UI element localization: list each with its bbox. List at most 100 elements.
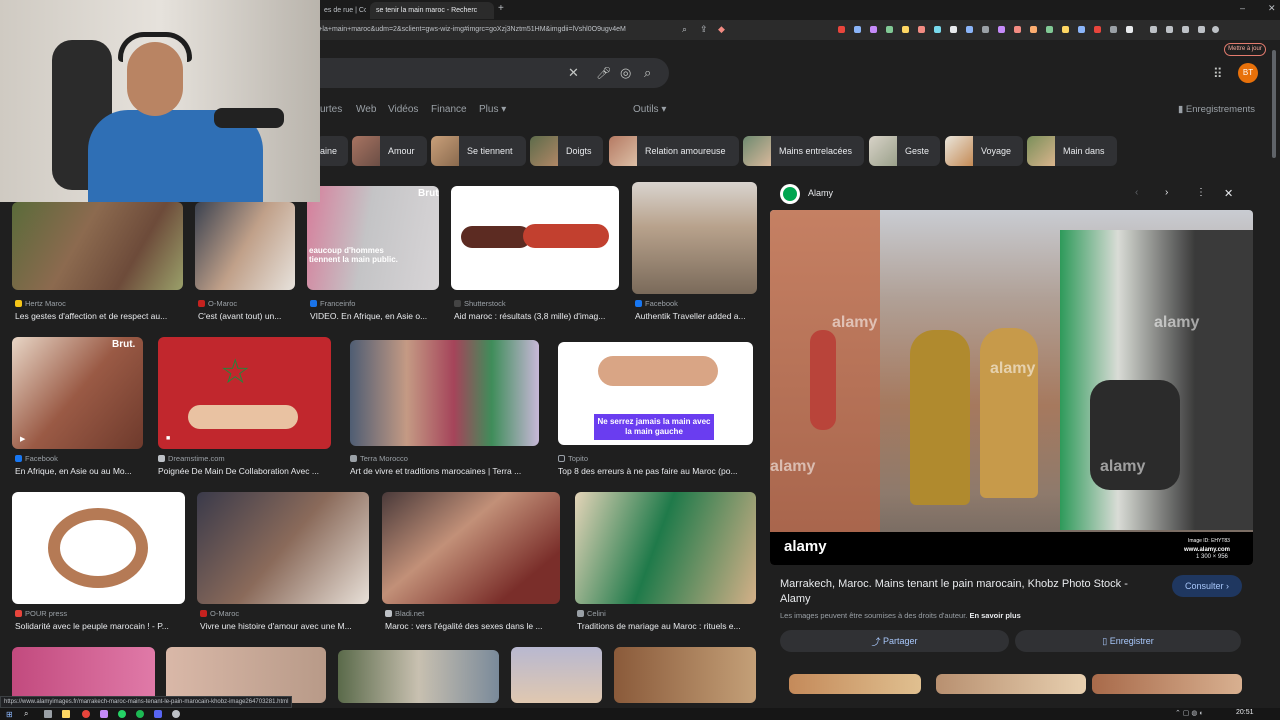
result-title[interactable]: VIDEO. En Afrique, en Asie o... — [310, 311, 440, 321]
related-image[interactable] — [1092, 674, 1242, 694]
result-source[interactable]: O-Maroc — [200, 609, 239, 618]
result-source[interactable]: Dreamstime.com — [158, 454, 225, 463]
chip-se-tiennent[interactable]: Se tiennent — [431, 136, 526, 166]
avatar-icon[interactable] — [1212, 26, 1219, 33]
chip-relation-amoureuse[interactable]: Relation amoureuse — [609, 136, 739, 166]
result-source[interactable]: Celini — [577, 609, 606, 618]
extension-icon[interactable] — [902, 26, 909, 33]
result-image[interactable] — [350, 340, 539, 446]
extension-icon[interactable] — [1094, 26, 1101, 33]
nav-tab-web[interactable]: Web — [356, 104, 376, 115]
result-title[interactable]: Vivre une histoire d'amour avec une M... — [200, 621, 372, 631]
extension-icon[interactable] — [950, 26, 957, 33]
nav-tab-more[interactable]: Plus ▾ — [479, 104, 506, 115]
result-title[interactable]: Poignée De Main De Collaboration Avec ..… — [158, 466, 334, 476]
result-image[interactable] — [12, 492, 185, 604]
bookmark-icon[interactable] — [1166, 26, 1173, 33]
extension-icon[interactable] — [838, 26, 845, 33]
media-icon[interactable] — [1150, 26, 1157, 33]
share-button[interactable]: ⤴ Partager — [780, 630, 1009, 652]
result-source[interactable]: Bladi.net — [385, 609, 424, 618]
result-image[interactable] — [197, 492, 369, 604]
extension-icon[interactable] — [1110, 26, 1117, 33]
result-source[interactable]: Franceinfo — [310, 299, 355, 308]
browser-icon[interactable] — [82, 710, 90, 718]
extension-icon[interactable] — [998, 26, 1005, 33]
update-button[interactable]: Mettre à jour — [1224, 43, 1266, 56]
share-icon[interactable]: ⇪ — [700, 24, 708, 35]
next-image-icon[interactable]: › — [1165, 187, 1168, 198]
chip-geste[interactable]: Geste — [869, 136, 940, 166]
obs-icon[interactable] — [172, 710, 180, 718]
nav-tab-videos[interactable]: Vidéos — [388, 104, 418, 115]
result-image[interactable] — [195, 202, 295, 290]
lens-icon[interactable]: ◎ — [620, 58, 631, 88]
result-title[interactable]: C'est (avant tout) un... — [198, 311, 298, 321]
extension-icon[interactable] — [854, 26, 861, 33]
result-source[interactable]: Topito — [558, 454, 588, 463]
preview-image[interactable]: alamy alamy alamy alamy alamy alamy Imag… — [770, 210, 1253, 565]
chip-mains-entrelacees[interactable]: Mains entrelacées — [743, 136, 864, 166]
result-image[interactable] — [614, 647, 756, 703]
result-image[interactable] — [12, 647, 155, 703]
extension-icon[interactable] — [966, 26, 973, 33]
result-image[interactable] — [632, 182, 757, 294]
result-title[interactable]: Les gestes d'affection et de respect au.… — [15, 311, 185, 321]
chip-voyage[interactable]: Voyage — [945, 136, 1023, 166]
search-box[interactable]: ✕ 🎤︎ ◎ ⌕ — [316, 58, 669, 88]
extension-icon[interactable] — [918, 26, 925, 33]
browser-tab-active[interactable]: se tenir la main maroc - Recherc — [370, 2, 494, 19]
spotify-icon[interactable] — [136, 710, 144, 718]
result-image[interactable] — [511, 647, 602, 703]
related-image[interactable] — [936, 674, 1086, 694]
extension-icon[interactable] — [1126, 26, 1133, 33]
result-image[interactable] — [338, 650, 499, 703]
result-title[interactable]: Top 8 des erreurs à ne pas faire au Maro… — [558, 466, 756, 476]
search-icon[interactable]: ⌕ — [24, 709, 28, 719]
avatar[interactable]: BT — [1238, 63, 1258, 83]
saved-link[interactable]: ▮ Enregistrements — [1178, 104, 1255, 115]
result-title[interactable]: Aid maroc : résultats (3,8 mille) d'imag… — [454, 311, 620, 321]
more-options-icon[interactable]: ⋮ — [1196, 187, 1206, 198]
result-image[interactable]: Brut. eaucoup d'hommes tiennent la main … — [307, 186, 439, 290]
panel-title[interactable]: Marrakech, Maroc. Mains tenant le pain m… — [780, 577, 1160, 607]
app-icon[interactable] — [100, 710, 108, 718]
result-image[interactable]: Ne serrez jamais la main avec la main ga… — [558, 342, 753, 445]
extension-icon[interactable]: ◆ — [718, 24, 725, 35]
extension-icon[interactable] — [886, 26, 893, 33]
result-source[interactable]: O-Maroc — [198, 299, 237, 308]
result-image[interactable] — [382, 492, 560, 604]
apps-grid-icon[interactable]: ⠿ — [1213, 66, 1223, 82]
profile-icon[interactable] — [1198, 26, 1205, 33]
chip-doigts[interactable]: Doigts — [530, 136, 603, 166]
microphone-icon[interactable]: 🎤︎ — [596, 58, 611, 88]
extension-icon[interactable] — [934, 26, 941, 33]
discord-icon[interactable] — [154, 710, 162, 718]
tools-button[interactable]: Outils ▾ — [633, 104, 666, 115]
panel-source-name[interactable]: Alamy — [808, 188, 833, 198]
result-source[interactable]: Hertz Maroc — [15, 299, 66, 308]
extension-icon[interactable] — [1078, 26, 1085, 33]
extension-icon[interactable] — [1014, 26, 1021, 33]
page-scrollbar[interactable] — [1271, 50, 1277, 700]
result-title[interactable]: Solidarité avec le peuple marocain ! - P… — [15, 621, 187, 631]
nav-tab-images[interactable]: urtes — [320, 104, 342, 115]
chip-amour[interactable]: Amour — [352, 136, 427, 166]
new-tab-icon[interactable]: + — [498, 3, 504, 14]
task-view-icon[interactable] — [44, 710, 52, 718]
chip-aine[interactable]: aine — [316, 136, 348, 166]
result-title[interactable]: Maroc : vers l'égalité des sexes dans le… — [385, 621, 561, 631]
close-panel-icon[interactable]: ✕ — [1224, 187, 1233, 200]
search-icon[interactable]: ⌕ — [644, 58, 651, 88]
result-source[interactable]: Facebook — [15, 454, 58, 463]
result-title[interactable]: En Afrique, en Asie ou au Mo... — [15, 466, 145, 476]
minimize-icon[interactable]: – — [1240, 3, 1245, 13]
result-title[interactable]: Authentik Traveller added a... — [635, 311, 760, 321]
save-button[interactable]: ▯ Enregistrer — [1015, 630, 1241, 652]
close-window-icon[interactable]: ✕ — [1268, 3, 1276, 14]
result-title[interactable]: Traditions de mariage au Maroc : rituels… — [577, 621, 755, 631]
result-source[interactable]: Terra Morocco — [350, 454, 408, 463]
clock[interactable]: 20:51 — [1236, 709, 1254, 716]
extension-icon[interactable] — [1046, 26, 1053, 33]
clear-search-icon[interactable]: ✕ — [568, 58, 579, 88]
